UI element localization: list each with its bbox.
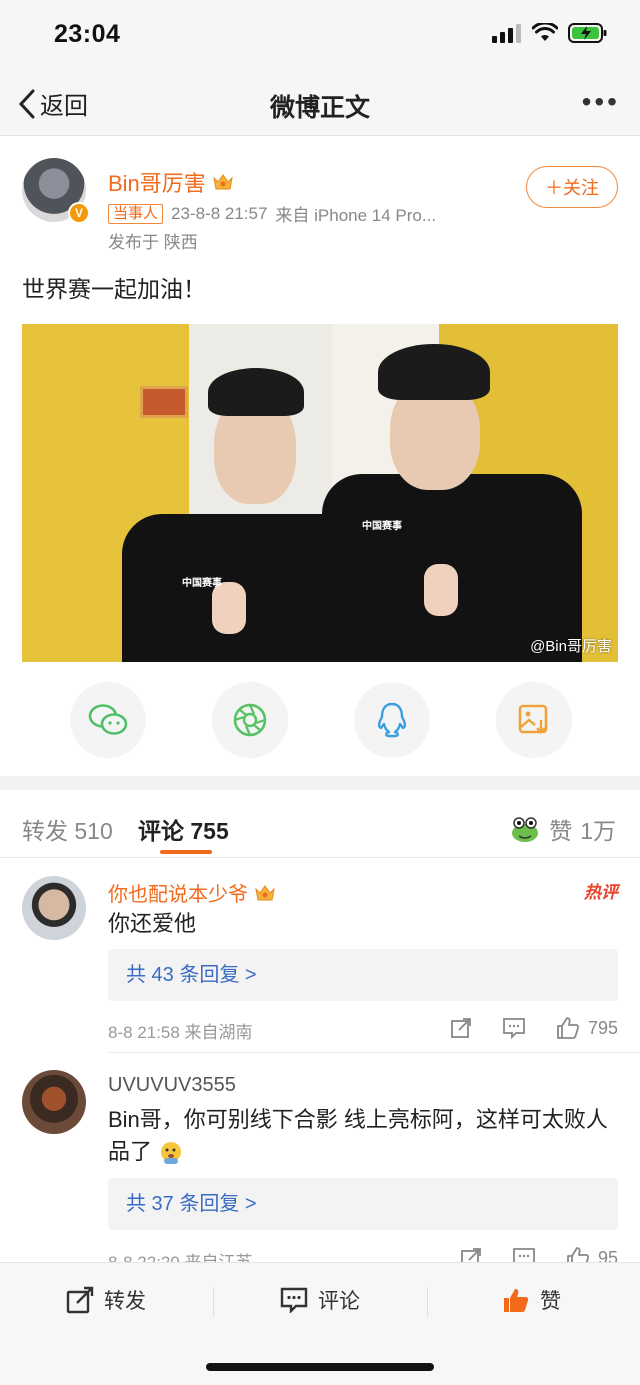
- tab-like-label: 赞: [549, 818, 573, 844]
- tab-like-count: 1万: [580, 818, 616, 844]
- status-icons: [492, 22, 608, 44]
- follow-button[interactable]: ＋关注: [526, 166, 618, 208]
- commenter-name-row[interactable]: 你也配说本少爷: [108, 878, 276, 907]
- post-text: 世界赛一起加油！: [22, 276, 206, 302]
- hot-comment-badge: 热评: [584, 883, 618, 902]
- commenter-avatar[interactable]: [22, 876, 86, 940]
- post-location: 发布于 陕西: [108, 233, 198, 252]
- comment-button[interactable]: 评论: [280, 1285, 360, 1315]
- page-title: 微博正文: [269, 94, 370, 122]
- view-replies-button[interactable]: 共 37 条回复 >: [108, 1178, 618, 1230]
- comment-share-button[interactable]: [450, 1017, 472, 1039]
- commenter-name[interactable]: UVUVUV3555: [108, 1074, 236, 1097]
- comment-meta: 8-8 21:58 来自湖南: [108, 1023, 253, 1042]
- comment-separator: [108, 1052, 640, 1053]
- post-source: 来自 iPhone 14 Pro...: [275, 206, 437, 225]
- bottom-action-bar: 转发 评论 赞: [0, 1262, 640, 1385]
- share-wechat-button[interactable]: [70, 682, 146, 758]
- section-divider: [0, 776, 640, 790]
- post-image[interactable]: 中国赛事 中国赛事 @Bin哥厉害: [22, 324, 618, 662]
- wall-picture: [140, 386, 188, 418]
- tab-comment-count: 755: [190, 818, 229, 844]
- share-moments-button[interactable]: [212, 682, 288, 758]
- commenter-name: 你也配说本少爷: [108, 884, 248, 906]
- tab-bar: 转发 510 评论 755 赞 1万: [0, 790, 640, 858]
- home-indicator: [206, 1363, 434, 1371]
- comment-icon: [280, 1287, 308, 1313]
- moments-icon: [233, 703, 267, 737]
- tab-repost-label: 转发: [22, 818, 68, 844]
- share-icon: [451, 1018, 471, 1038]
- comment-item: UVUVUV3555 Bin哥，你可别线下合影 线上亮标阿，这样可太败人品了 共…: [0, 1060, 640, 1272]
- right-person-hair: [378, 344, 490, 400]
- commenter-avatar[interactable]: [22, 1070, 86, 1134]
- comment-text: Bin哥，你可别线下合影 线上亮标阿，这样可太败人品了: [108, 1104, 608, 1168]
- image-watermark: @Bin哥厉害: [530, 638, 612, 655]
- tab-active-indicator: [160, 850, 212, 854]
- crown-icon: [213, 174, 233, 190]
- tab-comment-label: 评论: [138, 818, 184, 844]
- save-image-button[interactable]: [496, 682, 572, 758]
- comment-actions: 795: [450, 1016, 618, 1040]
- comment-label: 评论: [318, 1290, 360, 1313]
- repost-icon: [66, 1286, 94, 1314]
- battery-icon: [568, 23, 607, 43]
- comment-like-button[interactable]: 795: [556, 1016, 618, 1040]
- crown-icon: [255, 884, 275, 900]
- more-options-button[interactable]: •••: [582, 86, 620, 118]
- left-shirt-print: 中国赛事: [182, 578, 222, 589]
- comment-like-count: 795: [587, 1017, 618, 1038]
- tab-repost[interactable]: 转发 510: [22, 812, 113, 846]
- frog-emoji-icon: [512, 817, 539, 842]
- thinking-emoji-icon: [161, 1142, 182, 1165]
- tab-likes[interactable]: 赞 1万: [509, 812, 616, 846]
- qq-icon: [378, 702, 406, 738]
- nav-bar: 返回 微博正文 •••: [0, 70, 640, 136]
- bottom-separator: [213, 1287, 214, 1317]
- repost-label: 转发: [104, 1290, 146, 1313]
- share-qq-button[interactable]: [354, 682, 430, 758]
- right-thumbs-up: [424, 564, 458, 616]
- share-row: [0, 682, 640, 758]
- comment-item: 你也配说本少爷 热评 你还爱他 共 43 条回复 > 8-8 21:58 来自湖…: [0, 860, 640, 1053]
- like-button[interactable]: 赞: [502, 1285, 561, 1315]
- status-bar: 23:04: [0, 0, 640, 70]
- right-shirt-print: 中国赛事: [362, 521, 402, 532]
- thumbs-up-icon: [557, 1017, 580, 1039]
- signal-icon: [492, 24, 521, 43]
- tab-repost-count: 510: [74, 818, 113, 844]
- author-name: Bin哥厉害: [108, 171, 206, 196]
- bottom-separator: [427, 1287, 428, 1317]
- thumbs-up-filled-icon: [504, 1289, 529, 1312]
- like-label: 赞: [540, 1290, 561, 1313]
- verified-badge-icon: V: [68, 202, 90, 224]
- status-time: 23:04: [54, 20, 121, 48]
- author-name-row[interactable]: Bin哥厉害: [108, 166, 234, 198]
- left-thumbs-up: [212, 582, 246, 634]
- wechat-icon: [88, 704, 128, 735]
- post-meta: 当事人 23-8-8 21:57 来自 iPhone 14 Pro...: [108, 201, 436, 226]
- repost-button[interactable]: 转发: [66, 1285, 146, 1315]
- comment-icon: [503, 1018, 525, 1039]
- comment-text: 你还爱他: [108, 911, 197, 936]
- post-timestamp: 23-8-8 21:57: [171, 203, 268, 223]
- comment-reply-button[interactable]: [502, 1017, 526, 1039]
- author-tag: 当事人: [108, 203, 164, 224]
- wifi-icon: [532, 23, 558, 41]
- save-image-icon: [518, 704, 548, 734]
- left-person-hair: [208, 368, 304, 416]
- tab-comment[interactable]: 评论 755: [138, 812, 229, 846]
- view-replies-button[interactable]: 共 43 条回复 >: [108, 949, 618, 1001]
- author-avatar[interactable]: V: [22, 158, 90, 224]
